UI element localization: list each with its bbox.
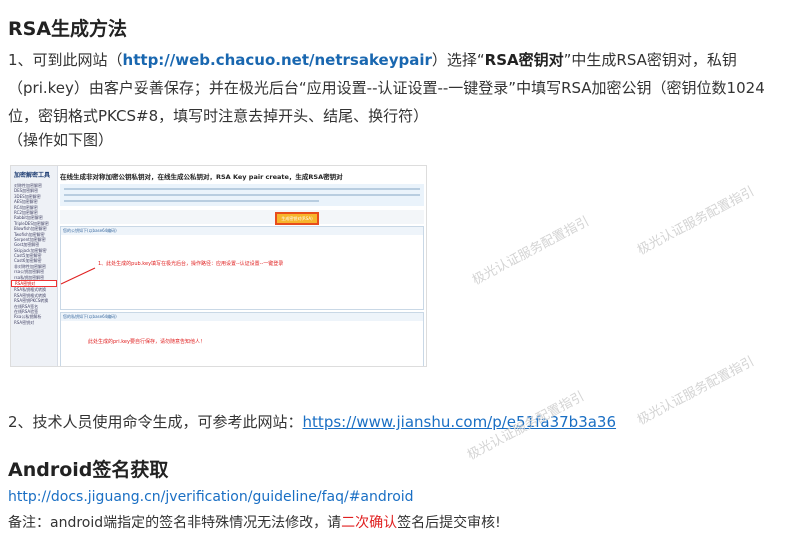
note-suffix: 签名后提交审核! <box>397 515 501 531</box>
rsa-tool-screenshot: 加密解密工具 对称性加密解密 DES加密解密 3DES加密解密 AES加密解密 RC4加… <box>10 165 427 367</box>
android-docs-link[interactable]: http://docs.jiguang.cn/jverification/gui… <box>8 489 414 505</box>
rsa-option-text: RSA密钥对 <box>484 51 564 69</box>
step1-mid1: ）选择“ <box>431 51 485 69</box>
android-note: 备注：android端指定的签名非特殊情况无法修改，请二次确认签名后提交审核! <box>8 509 501 537</box>
watermark: 极光认证服务配置指引 <box>635 184 757 259</box>
android-link-line: http://docs.jiguang.cn/jverification/gui… <box>8 483 414 511</box>
page-title: RSA生成方法 <box>8 18 128 40</box>
step2-text: 2、技术人员使用命令生成，可参考此网站： <box>8 413 303 431</box>
step1-prefix: 1、可到此网站（ <box>8 51 123 69</box>
jianshu-link[interactable]: https://www.jianshu.com/p/e51fa37b3a36 <box>303 413 616 431</box>
step1-note: （操作如下图） <box>8 131 114 149</box>
watermark: 极光认证服务配置指引 <box>470 214 592 289</box>
annotation-arrow <box>60 267 96 285</box>
android-heading: Android签名获取 <box>8 459 169 481</box>
note-emphasis: 二次确认 <box>341 515 398 531</box>
watermark: 极光认证服务配置指引 <box>635 354 757 429</box>
step1-paragraph: 1、可到此网站（http://web.chacuo.net/netrsakeyp… <box>8 46 778 130</box>
rsa-site-link[interactable]: http://web.chacuo.net/netrsakeypair <box>123 51 432 69</box>
note-prefix: 备注：android端指定的签名非特殊情况无法修改，请 <box>8 515 342 531</box>
